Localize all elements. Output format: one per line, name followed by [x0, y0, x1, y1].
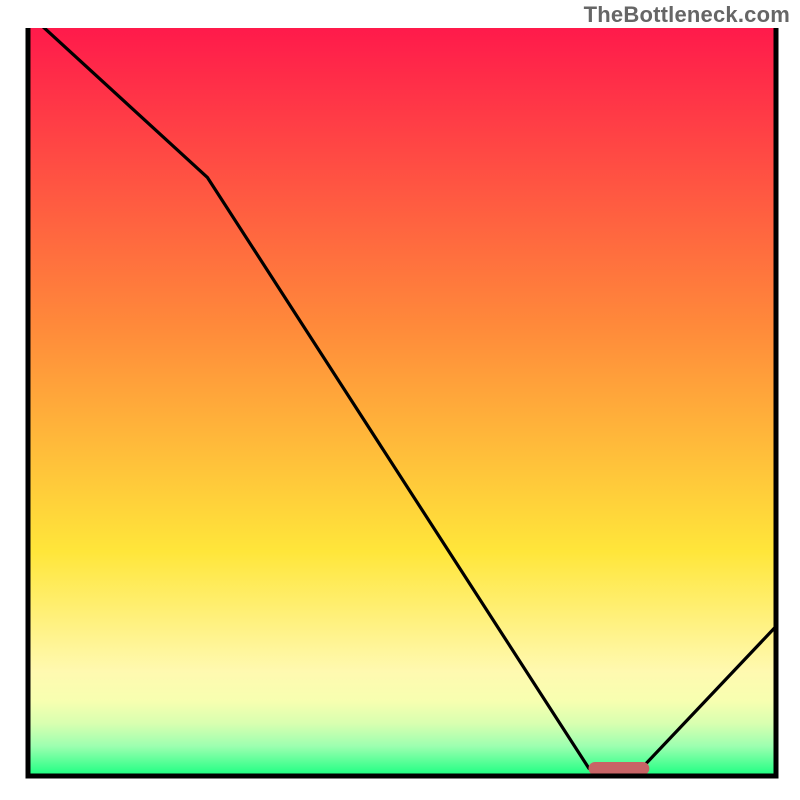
gradient-background	[28, 28, 776, 776]
watermark-label: TheBottleneck.com	[584, 2, 790, 28]
chart-stage: { "watermark": "TheBottleneck.com", "col…	[0, 0, 800, 800]
bottleneck-chart	[0, 0, 800, 800]
optimal-marker	[589, 763, 649, 775]
